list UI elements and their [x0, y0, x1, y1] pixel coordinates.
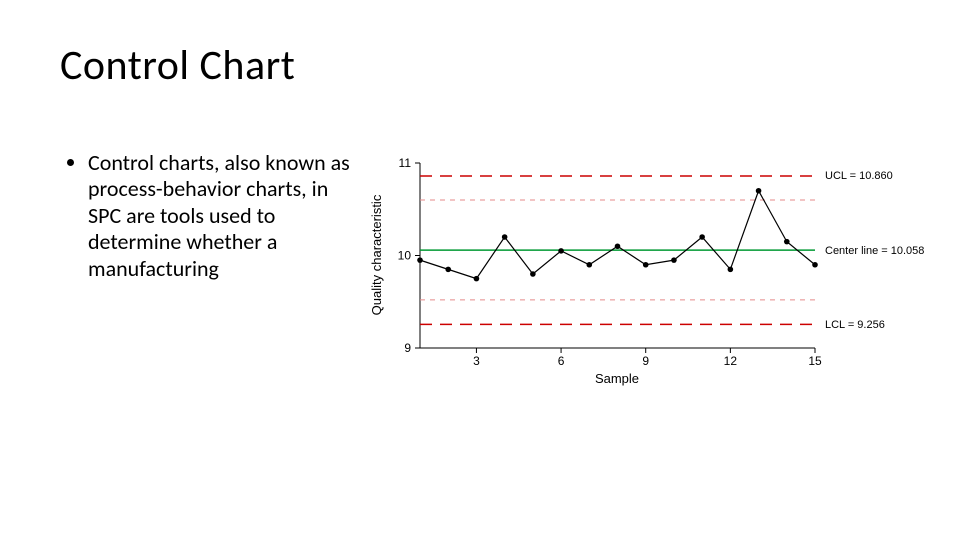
x-ticks: 3 6 9 12 15: [473, 348, 822, 368]
center-label: Center line = 10.058: [825, 245, 924, 257]
lcl-label: LCL = 9.256: [825, 319, 885, 331]
data-series-dots: [417, 188, 818, 281]
x-tick-6: 6: [558, 354, 565, 368]
slide: Control Chart Control charts, also known…: [0, 0, 960, 540]
y-tick-10: 10: [398, 249, 412, 263]
y-tick-9: 9: [404, 341, 411, 355]
data-series-line: [420, 191, 815, 279]
y-tick-11: 11: [399, 156, 412, 170]
x-tick-3: 3: [473, 354, 480, 368]
x-tick-15: 15: [808, 354, 822, 368]
slide-body: Control charts, also known as process-be…: [70, 150, 355, 282]
x-tick-9: 9: [642, 354, 649, 368]
x-axis-label: Sample: [595, 371, 639, 386]
control-chart: 9 10 11 3 6 9 12 15: [365, 143, 940, 388]
x-tick-12: 12: [724, 354, 738, 368]
y-ticks: 9 10 11: [398, 156, 420, 355]
bullet-item: Control charts, also known as process-be…: [88, 150, 355, 282]
slide-title: Control Chart: [60, 40, 295, 91]
plot-group: 9 10 11 3 6 9 12 15: [369, 156, 924, 386]
ucl-label: UCL = 10.860: [825, 170, 893, 182]
y-axis-label: Quality characteristic: [369, 194, 384, 315]
